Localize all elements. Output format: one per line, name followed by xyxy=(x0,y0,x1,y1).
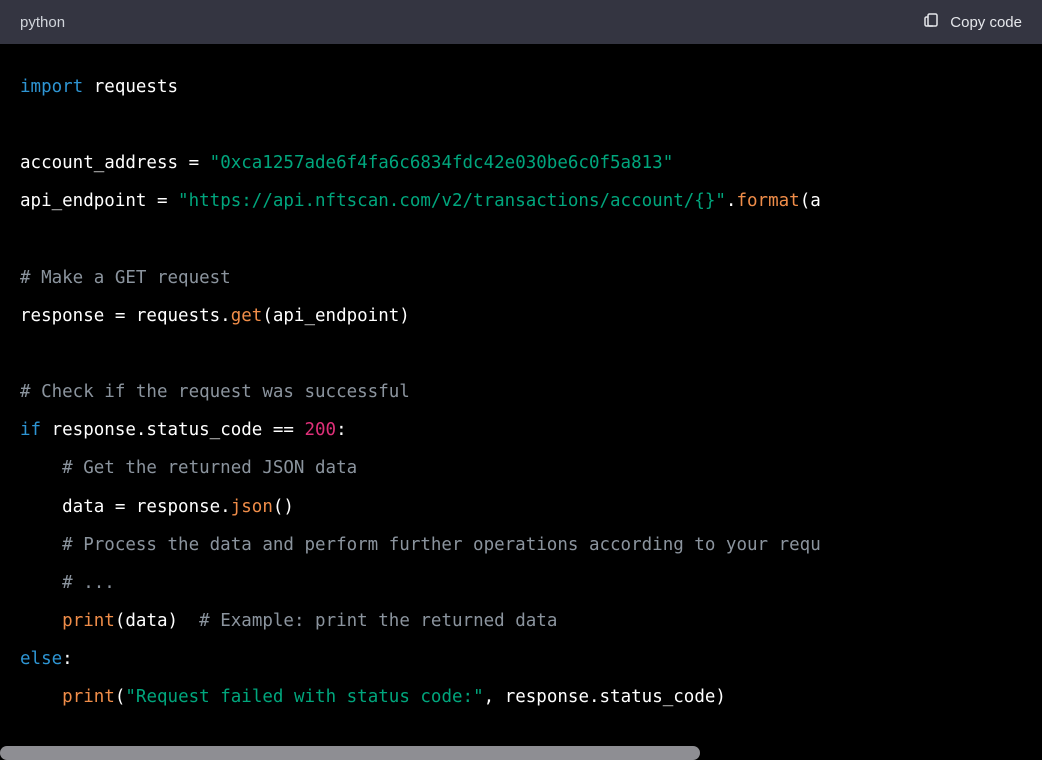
code-text: (a xyxy=(800,191,821,211)
code-text: requests xyxy=(83,77,178,97)
func-print: print xyxy=(62,687,115,707)
code-text: api_endpoint = xyxy=(20,191,178,211)
method-get: get xyxy=(231,306,263,326)
code-text xyxy=(20,611,62,631)
number-literal: 200 xyxy=(304,420,336,440)
code-text xyxy=(20,687,62,707)
code-text: ( xyxy=(115,687,126,707)
copy-code-label: Copy code xyxy=(950,14,1022,31)
string-literal: "0xca1257ade6f4fa6c6834fdc42e030be6c0f5a… xyxy=(210,153,674,173)
comment: # Example: print the returned data xyxy=(178,611,557,631)
comment: # ... xyxy=(20,573,115,593)
copy-code-button[interactable]: Copy code xyxy=(922,11,1022,33)
func-print: print xyxy=(62,611,115,631)
code-text: (api_endpoint) xyxy=(262,306,410,326)
comment: # Get the returned JSON data xyxy=(20,458,357,478)
comment: # Process the data and perform further o… xyxy=(20,535,821,555)
code-text: (data) xyxy=(115,611,178,631)
code-text: () xyxy=(273,497,294,517)
method-json: json xyxy=(231,497,273,517)
horizontal-scrollbar-thumb[interactable] xyxy=(0,746,700,760)
kw-else: else xyxy=(20,649,62,669)
code-text: data = response. xyxy=(20,497,231,517)
code-content[interactable]: import requests account_address = "0xca1… xyxy=(0,44,1042,740)
code-text: response = requests. xyxy=(20,306,231,326)
code-text: : xyxy=(62,649,73,669)
language-label: python xyxy=(20,14,65,31)
comment: # Make a GET request xyxy=(20,268,231,288)
code-text: response.status_code == xyxy=(41,420,304,440)
code-block-header: python Copy code xyxy=(0,0,1042,44)
string-literal: "Request failed with status code:" xyxy=(125,687,483,707)
string-literal: "https://api.nftscan.com/v2/transactions… xyxy=(178,191,726,211)
kw-import: import xyxy=(20,77,83,97)
comment: # Check if the request was successful xyxy=(20,382,410,402)
code-text: account_address = xyxy=(20,153,210,173)
code-text: : xyxy=(336,420,347,440)
method-format: format xyxy=(736,191,799,211)
code-block-container: python Copy code import requests account… xyxy=(0,0,1042,760)
code-text: , response.status_code) xyxy=(484,687,726,707)
kw-if: if xyxy=(20,420,41,440)
code-text: . xyxy=(726,191,737,211)
clipboard-icon xyxy=(922,11,940,33)
